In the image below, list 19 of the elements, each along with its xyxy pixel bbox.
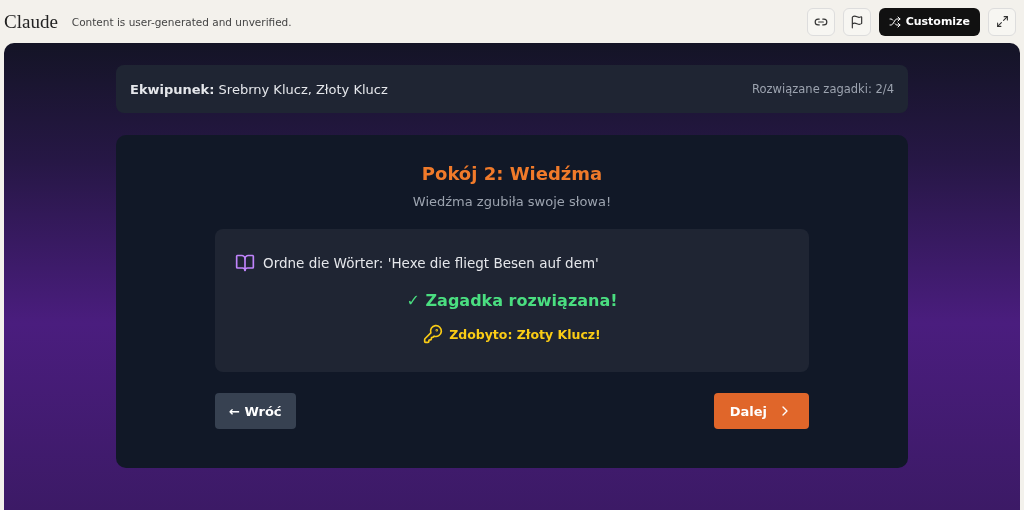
- logo: Claude: [4, 10, 58, 33]
- expand-button[interactable]: [988, 7, 1016, 36]
- solved-count: Rozwiązane zagadki: 2/4: [752, 82, 894, 96]
- reward-text: Zdobyto: Złoty Klucz!: [449, 326, 601, 342]
- flag-button[interactable]: [842, 7, 871, 36]
- expand-icon: [995, 15, 1009, 28]
- room-subtitle: Wiedźma zgubiła swoje słowa!: [412, 194, 612, 209]
- inventory-text: Ekwipunek: Srebrny Klucz, Złoty Klucz: [130, 81, 388, 97]
- room-title: Pokój 2: Wiedźma: [421, 163, 603, 184]
- back-button[interactable]: ← Wróć: [215, 393, 296, 429]
- solved-message: ✓ Zagadka rozwiązana!: [406, 291, 618, 310]
- key-icon: [423, 324, 444, 344]
- notice-text: Content is user-generated and unverified.: [71, 15, 292, 28]
- customize-button[interactable]: Customize: [878, 7, 980, 36]
- puzzle-text: Ordne die Wörter: 'Hexe die fliegt Besen auf dem': [263, 255, 599, 271]
- book-icon: [235, 253, 255, 273]
- shuffle-icon: [888, 15, 901, 28]
- link-button[interactable]: [806, 7, 835, 36]
- flag-icon: [849, 14, 864, 29]
